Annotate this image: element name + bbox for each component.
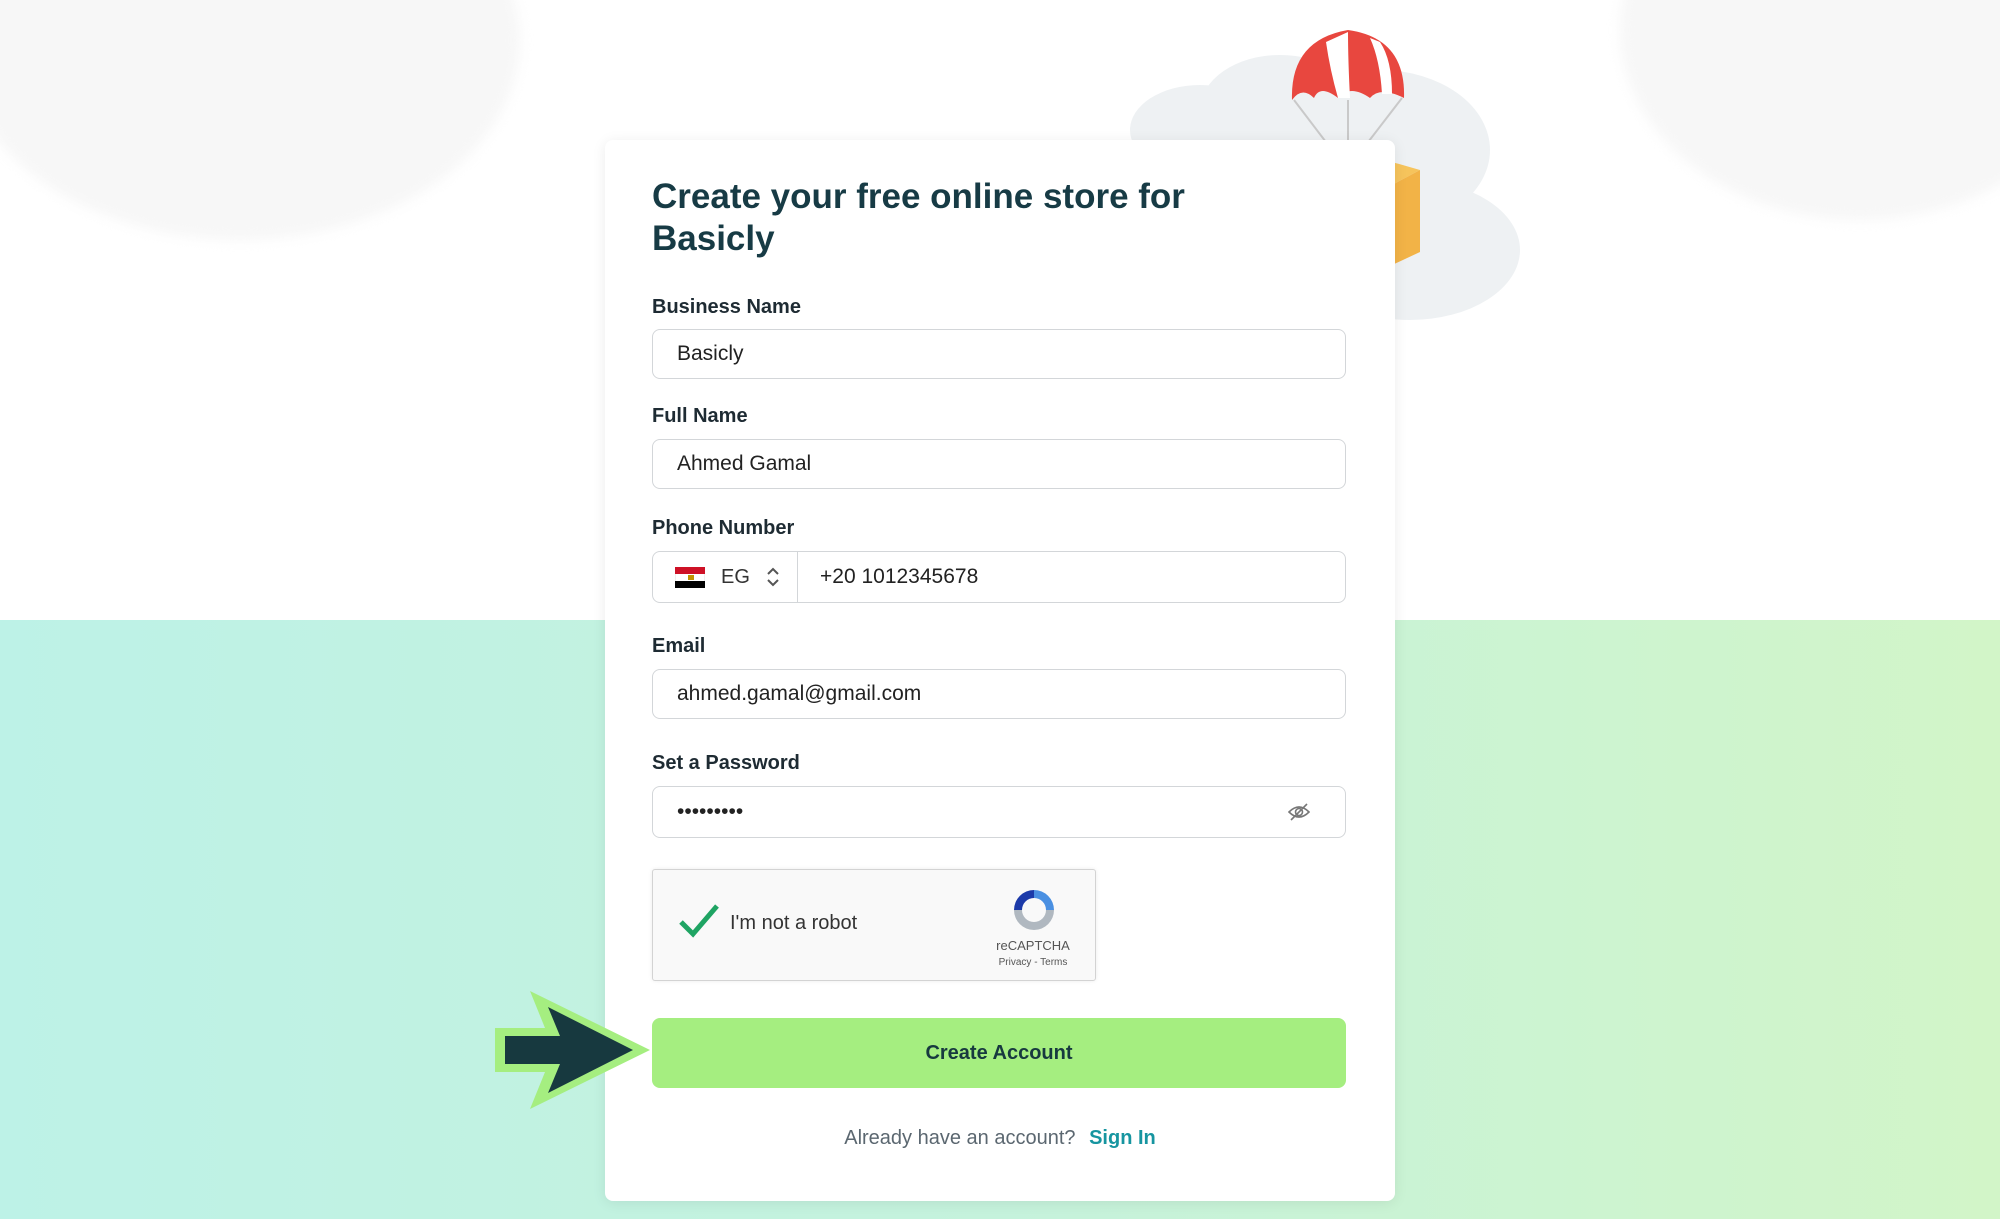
password-label: Set a Password [652, 752, 800, 774]
checkmark-icon[interactable] [677, 900, 721, 944]
create-account-button[interactable]: Create Account [652, 1018, 1346, 1088]
signin-row: Already have an account? Sign In [605, 1127, 1395, 1150]
email-input[interactable] [652, 669, 1346, 719]
egypt-flag-icon [675, 566, 705, 588]
password-field [652, 786, 1346, 838]
page-title: Create your free online store for Basicl… [652, 177, 1185, 258]
recaptcha-widget: I'm not a robot reCAPTCHA Privacy - Term… [652, 869, 1096, 981]
full-name-input[interactable] [652, 439, 1346, 489]
signup-card: Create your free online store for Basicl… [605, 140, 1395, 1201]
captcha-label: I'm not a robot [730, 912, 858, 934]
phone-number-input[interactable] [798, 552, 1345, 602]
business-name-input[interactable] [652, 329, 1346, 379]
business-name-label: Business Name [652, 296, 801, 318]
eye-off-icon[interactable] [1288, 802, 1310, 822]
signin-prompt: Already have an account? [844, 1127, 1076, 1149]
phone-number-field: EG [652, 551, 1346, 603]
full-name-label: Full Name [652, 405, 748, 427]
phone-number-label: Phone Number [652, 517, 795, 539]
email-label: Email [652, 635, 706, 657]
signin-link[interactable]: Sign In [1089, 1127, 1156, 1149]
pointer-arrow-icon [495, 991, 650, 1109]
country-code: EG [721, 565, 750, 588]
recaptcha-brand: reCAPTCHA [996, 938, 1070, 953]
recaptcha-privacy-terms[interactable]: Privacy - Terms [973, 957, 1093, 968]
recaptcha-logo-icon [1014, 890, 1054, 930]
chevron-up-down-icon [767, 567, 779, 587]
country-selector[interactable]: EG [653, 552, 798, 602]
password-input[interactable] [652, 786, 1346, 838]
